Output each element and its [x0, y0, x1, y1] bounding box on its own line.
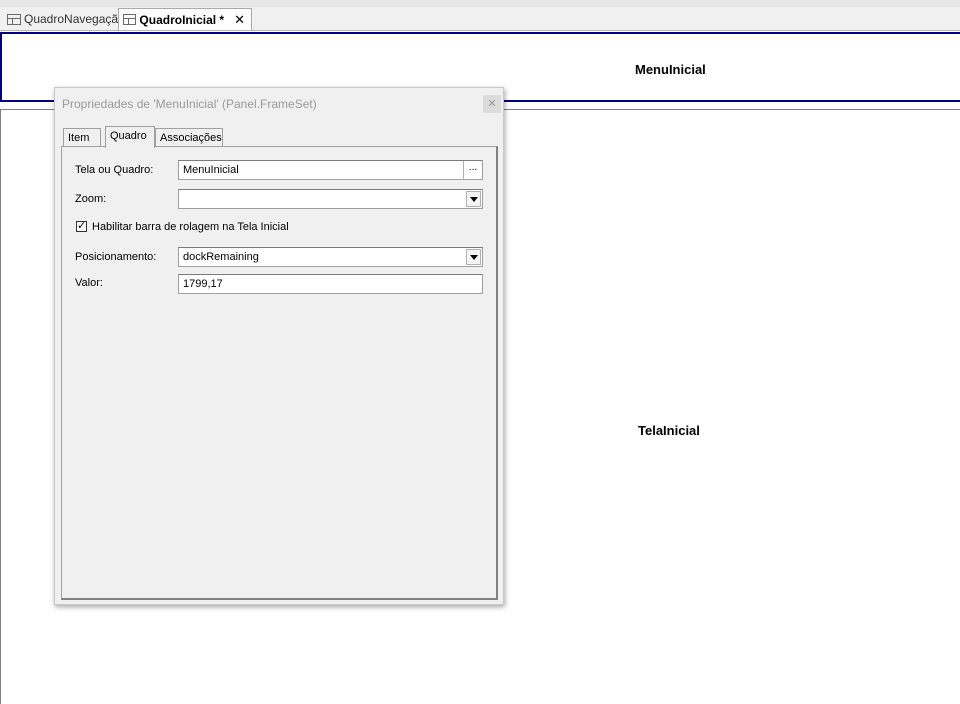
- tab-quadro[interactable]: Quadro: [105, 126, 155, 148]
- posicionamento-select[interactable]: dockRemaining: [178, 247, 483, 267]
- chevron-down-icon[interactable]: [466, 191, 481, 207]
- scroll-checkbox-label: Habilitar barra de rolagem na Tela Inici…: [92, 221, 289, 233]
- menu-frame-label: MenuInicial: [635, 62, 706, 77]
- quadro-panel: Tela ou Quadro: MenuInicial ... Zoom: Ha…: [61, 146, 498, 600]
- properties-dialog: Propriedades de 'MenuInicial' (Panel.Fra…: [54, 87, 504, 605]
- tab-label: QuadroNavegação: [24, 12, 125, 26]
- tab-associacoes[interactable]: Associações: [155, 128, 223, 147]
- dialog-title: Propriedades de 'MenuInicial' (Panel.Fra…: [62, 97, 317, 111]
- valor-value: 1799,17: [183, 278, 223, 290]
- valor-label: Valor:: [75, 277, 103, 289]
- zoom-label: Zoom:: [75, 193, 107, 205]
- tab-label: QuadroInicial *: [139, 12, 225, 27]
- tela-label: Tela ou Quadro:: [75, 164, 154, 176]
- checkbox-check-icon[interactable]: [76, 219, 87, 232]
- ellipsis-icon[interactable]: ...: [463, 161, 482, 179]
- tab-quadro-navegacao[interactable]: QuadroNavegação: [2, 9, 132, 29]
- zoom-select[interactable]: [178, 189, 483, 209]
- tab-item[interactable]: Item: [63, 128, 101, 147]
- posicionamento-label: Posicionamento:: [75, 251, 157, 263]
- posicionamento-value: dockRemaining: [183, 251, 259, 263]
- frame-tab-icon: [123, 14, 137, 25]
- frame-tab-icon: [7, 13, 21, 25]
- chevron-down-icon[interactable]: [466, 249, 481, 265]
- tela-field[interactable]: MenuInicial ...: [178, 160, 483, 180]
- main-frame-label: TelaInicial: [638, 423, 700, 438]
- document-tab-bar: QuadroNavegação QuadroInicial * ✕: [0, 7, 960, 31]
- close-icon[interactable]: ✕: [483, 95, 501, 113]
- valor-field[interactable]: 1799,17: [178, 274, 483, 294]
- tela-value: MenuInicial: [183, 164, 239, 176]
- close-icon[interactable]: ✕: [234, 12, 245, 28]
- tab-quadro-inicial[interactable]: QuadroInicial * ✕: [118, 8, 252, 30]
